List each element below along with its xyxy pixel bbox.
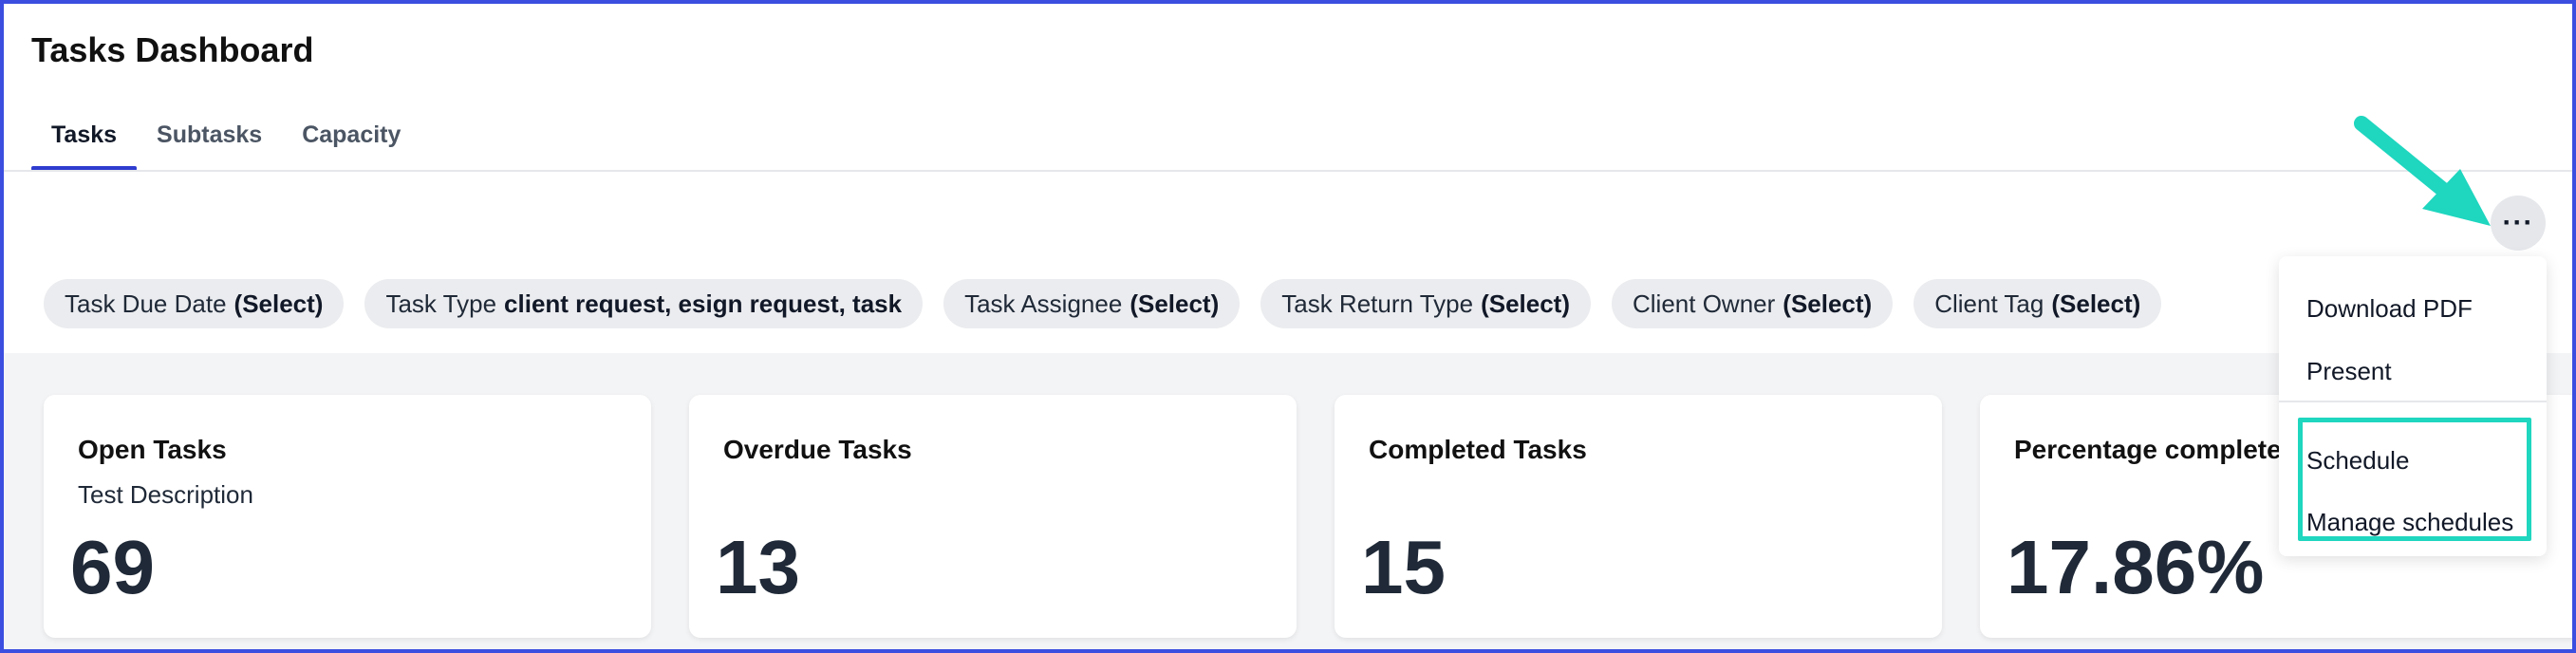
tabs-divider <box>4 170 2572 172</box>
filter-label: Task Due Date <box>65 289 227 318</box>
menu-item-manage-schedules[interactable]: Manage schedules <box>2306 508 2513 537</box>
page-title: Tasks Dashboard <box>31 30 314 69</box>
filter-label: Task Return Type <box>1281 289 1474 318</box>
filter-task-due-date[interactable]: Task Due Date (Select) <box>44 279 345 328</box>
filter-value: client request, esign request, task <box>504 289 903 318</box>
tab-tasks[interactable]: Tasks <box>31 106 138 171</box>
tab-bar: Tasks Subtasks Capacity <box>31 106 420 171</box>
pointer-arrow-icon <box>2354 116 2491 226</box>
filter-value: (Select) <box>233 289 324 318</box>
filter-task-assignee[interactable]: Task Assignee (Select) <box>943 279 1241 328</box>
filter-label: Client Owner <box>1633 289 1776 318</box>
dashboard-frame: Tasks Dashboard Tasks Subtasks Capacity … <box>0 0 2576 653</box>
card-title: Overdue Tasks <box>723 435 912 464</box>
card-title: Percentage complete <box>2014 435 2282 464</box>
filter-client-owner[interactable]: Client Owner (Select) <box>1612 279 1894 328</box>
filter-client-tag[interactable]: Client Tag (Select) <box>1913 279 2162 328</box>
filter-task-return-type[interactable]: Task Return Type (Select) <box>1260 279 1591 328</box>
filter-label: Task Type <box>385 289 497 318</box>
filter-value: (Select) <box>1481 289 1570 318</box>
card-value: 13 <box>716 525 800 609</box>
filter-task-type[interactable]: Task Type client request, esign request,… <box>364 279 924 328</box>
card-value: 69 <box>70 525 155 609</box>
card-open-tasks[interactable]: Open Tasks Test Description 69 <box>44 395 651 638</box>
tab-capacity[interactable]: Capacity <box>282 106 420 171</box>
tab-subtasks[interactable]: Subtasks <box>137 106 282 171</box>
filter-value: (Select) <box>2051 289 2141 318</box>
card-overdue-tasks[interactable]: Overdue Tasks 13 <box>689 395 1297 638</box>
card-title: Open Tasks <box>78 435 227 464</box>
filter-value: (Select) <box>1129 289 1220 318</box>
menu-item-schedule[interactable]: Schedule <box>2306 446 2409 476</box>
filter-value: (Select) <box>1783 289 1873 318</box>
menu-item-download-pdf[interactable]: Download PDF <box>2306 294 2473 324</box>
menu-item-present[interactable]: Present <box>2306 357 2392 386</box>
menu-divider <box>2279 401 2547 402</box>
filter-label: Task Assignee <box>964 289 1123 318</box>
card-completed-tasks[interactable]: Completed Tasks 15 <box>1335 395 1942 638</box>
filter-bar: Task Due Date (Select) Task Type client … <box>44 279 2162 328</box>
card-title: Completed Tasks <box>1369 435 1587 464</box>
metric-cards: Open Tasks Test Description 69 Overdue T… <box>44 395 2572 638</box>
filter-label: Client Tag <box>1934 289 2044 318</box>
card-description: Test Description <box>78 480 253 509</box>
card-value: 15 <box>1361 525 1446 609</box>
more-horizontal-icon: ··· <box>2502 207 2534 238</box>
card-value: 17.86% <box>2007 525 2265 609</box>
options-menu: Download PDF Present Schedule Manage sch… <box>2279 256 2547 556</box>
